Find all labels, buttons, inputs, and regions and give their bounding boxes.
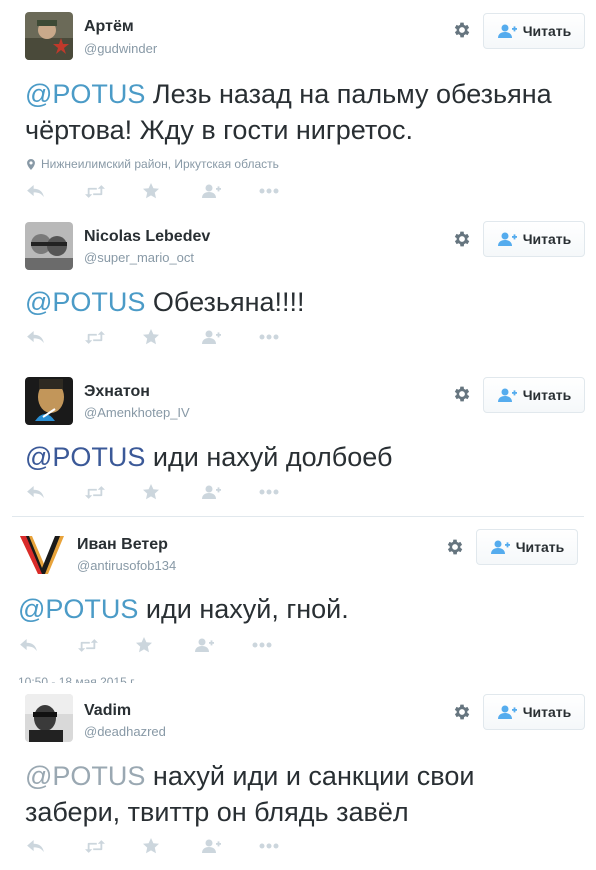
tweet-text-line: иди нахуй долбоеб (145, 442, 393, 472)
tweet-text-line: чёртова! Жду в гости нигретос. (25, 115, 413, 145)
tweet-actions (20, 635, 310, 655)
retweet-icon[interactable] (85, 181, 143, 201)
retweet-icon[interactable] (85, 836, 143, 856)
retweet-icon[interactable] (78, 635, 136, 655)
avatar[interactable] (18, 530, 66, 578)
tweet-text: @POTUS Обезьяна!!!! (25, 284, 585, 320)
user-name[interactable]: Vadim (84, 702, 131, 720)
mention-link[interactable]: @POTUS (25, 442, 145, 472)
tweet-text-line: иди нахуй, гной. (138, 594, 349, 624)
avatar[interactable] (25, 12, 73, 60)
mention-link[interactable]: @POTUS (25, 79, 145, 109)
more-icon[interactable] (259, 181, 317, 201)
follow-button[interactable]: Читать (476, 529, 578, 565)
follow-button-label: Читать (515, 539, 565, 555)
follow-icon[interactable] (201, 181, 259, 201)
avatar[interactable] (25, 377, 73, 425)
follow-button-label: Читать (522, 387, 572, 403)
reply-icon[interactable] (27, 482, 85, 502)
user-handle[interactable]: @Amenkhotep_IV (84, 405, 190, 420)
mention-link[interactable]: @POTUS (25, 287, 145, 317)
tweet-timestamp[interactable]: 10:50 - 18 мая 2015 г. (18, 671, 136, 683)
follow-button[interactable]: Читать (483, 13, 585, 49)
tweet-text-line: Обезьяна!!!! (145, 287, 305, 317)
follow-icon (497, 232, 517, 246)
tweet-text: @POTUS Лезь назад на пальму обезьяна чёр… (25, 76, 585, 148)
gear-icon[interactable] (452, 702, 474, 724)
tweet-text-line: Лезь назад на пальму обезьяна (145, 79, 552, 109)
gear-icon[interactable] (445, 537, 467, 559)
gear-icon[interactable] (452, 229, 474, 251)
tweet-text: @POTUS иди нахуй долбоеб (25, 439, 585, 475)
more-icon[interactable] (259, 482, 317, 502)
tweet-actions (27, 181, 317, 201)
follow-icon (497, 388, 517, 402)
more-icon[interactable] (259, 327, 317, 347)
more-icon[interactable] (252, 635, 310, 655)
divider (12, 516, 584, 517)
user-handle[interactable]: @super_mario_oct (84, 250, 194, 265)
more-icon[interactable] (259, 836, 317, 856)
user-name[interactable]: Иван Ветер (77, 536, 168, 554)
follow-button[interactable]: Читать (483, 377, 585, 413)
tweet-text: @POTUS иди нахуй, гной. (18, 591, 578, 627)
gear-icon[interactable] (452, 20, 474, 42)
favorite-icon[interactable] (143, 482, 201, 502)
mention-link[interactable]: @POTUS (25, 761, 145, 791)
follow-icon[interactable] (201, 482, 259, 502)
tweet-actions (27, 482, 317, 502)
follow-icon (497, 24, 517, 38)
gear-icon[interactable] (452, 384, 474, 406)
tweet-actions (27, 327, 317, 347)
tweet-text-line: забери, твиттр он блядь завёл (25, 797, 409, 827)
tweet-text: @POTUS нахуй иди и санкции свои забери, … (25, 758, 585, 830)
user-name[interactable]: Nicolas Lebedev (84, 228, 210, 246)
avatar[interactable] (25, 694, 73, 742)
favorite-icon[interactable] (143, 181, 201, 201)
favorite-icon[interactable] (136, 635, 194, 655)
user-handle[interactable]: @antirusofob134 (77, 558, 176, 573)
reply-icon[interactable] (27, 327, 85, 347)
user-handle[interactable]: @deadhazred (84, 724, 166, 739)
user-name[interactable]: Артём (84, 18, 134, 36)
follow-button-label: Читать (522, 231, 572, 247)
reply-icon[interactable] (27, 836, 85, 856)
follow-icon[interactable] (201, 836, 259, 856)
follow-button-label: Читать (522, 704, 572, 720)
favorite-icon[interactable] (143, 836, 201, 856)
tweet: Артём @gudwinder Читать @POTUS Лезь наза… (0, 0, 596, 210)
mention-link[interactable]: @POTUS (18, 594, 138, 624)
tweet-location[interactable]: Нижнеилимский район, Иркутская область (27, 157, 279, 171)
location-pin-icon (27, 158, 35, 170)
tweet: Эхнатон @Amenkhotep_IV Читать @POTUS иди… (0, 365, 596, 515)
retweet-icon[interactable] (85, 327, 143, 347)
follow-button[interactable]: Читать (483, 694, 585, 730)
reply-icon[interactable] (20, 635, 78, 655)
follow-icon[interactable] (201, 327, 259, 347)
retweet-icon[interactable] (85, 482, 143, 502)
user-name[interactable]: Эхнатон (84, 383, 150, 401)
follow-button[interactable]: Читать (483, 221, 585, 257)
tweet-actions (27, 836, 317, 856)
follow-icon (490, 540, 510, 554)
follow-icon[interactable] (194, 635, 252, 655)
avatar[interactable] (25, 222, 73, 270)
follow-icon (497, 705, 517, 719)
tweet: Vadim @deadhazred Читать @POTUS нахуй ид… (0, 683, 596, 870)
tweet: Иван Ветер @antirusofob134 Читать @POTUS… (0, 518, 596, 668)
tweet: Nicolas Lebedev @super_mario_oct Читать … (0, 210, 596, 370)
location-label: Нижнеилимский район, Иркутская область (41, 157, 279, 171)
user-handle[interactable]: @gudwinder (84, 41, 157, 56)
tweet-text-line: нахуй иди и санкции свои (145, 761, 475, 791)
reply-icon[interactable] (27, 181, 85, 201)
follow-button-label: Читать (522, 23, 572, 39)
favorite-icon[interactable] (143, 327, 201, 347)
